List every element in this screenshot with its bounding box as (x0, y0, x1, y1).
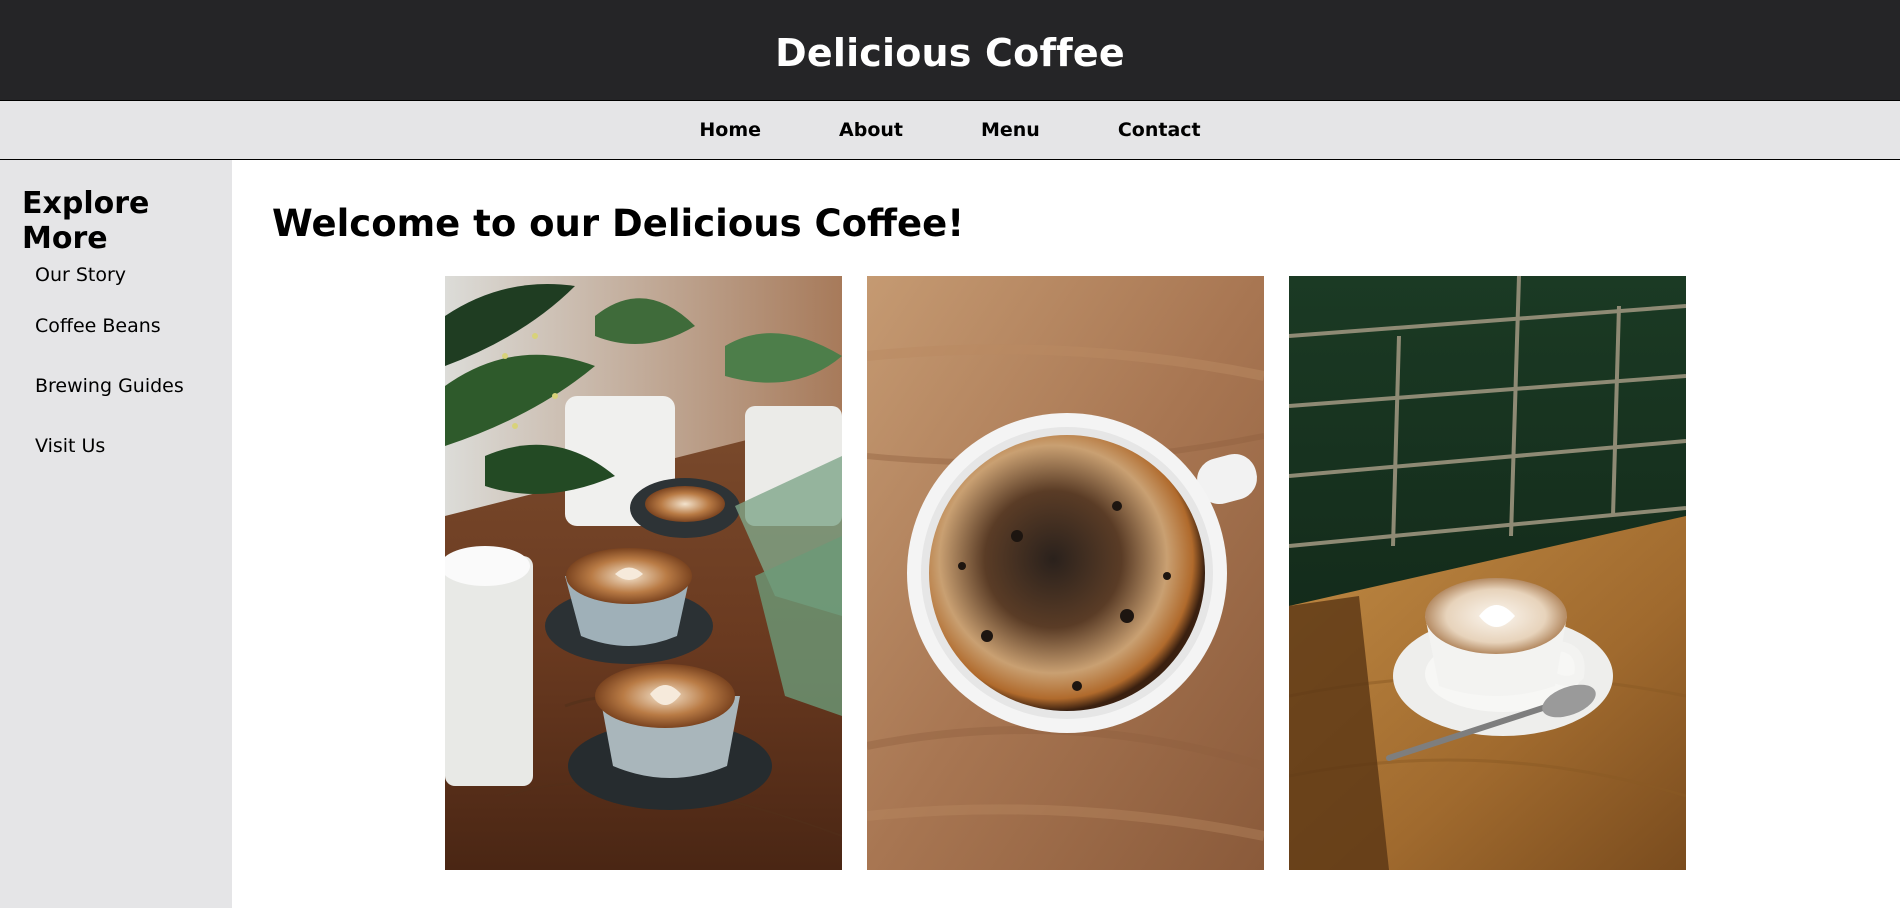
photo-gallery (445, 276, 1686, 870)
sidebar: Explore More Our Story Coffee Beans Brew… (0, 160, 232, 908)
sidebar-item-coffee-beans: Coffee Beans (35, 296, 232, 356)
welcome-heading: Welcome to our Delicious Coffee! (272, 202, 965, 245)
sidebar-link-coffee-beans[interactable]: Coffee Beans (35, 315, 161, 337)
sidebar-item-brewing-guides: Brewing Guides (35, 356, 232, 416)
main-content: Welcome to our Delicious Coffee! (232, 160, 1900, 908)
nav-item-menu: Menu (981, 119, 1040, 141)
sidebar-item-visit-us: Visit Us (35, 416, 232, 476)
sidebar-link-visit-us[interactable]: Visit Us (35, 435, 105, 457)
nav-list: Home About Menu Contact (0, 101, 1900, 159)
page: Delicious Coffee Home About Menu Contact… (0, 0, 1900, 908)
nav-item-about: About (839, 119, 903, 141)
main-nav: Home About Menu Contact (0, 100, 1900, 160)
nav-link-home[interactable]: Home (699, 119, 761, 141)
latte-art-plants-photo (445, 276, 842, 870)
sidebar-list: Our Story Coffee Beans Brewing Guides Vi… (22, 264, 232, 476)
site-title: Delicious Coffee (775, 31, 1125, 75)
sidebar-link-our-story[interactable]: Our Story (35, 264, 126, 286)
sidebar-item-our-story: Our Story (35, 264, 232, 296)
nav-item-home: Home (699, 119, 761, 141)
sidebar-title: Explore More (22, 186, 150, 256)
nav-item-contact: Contact (1118, 119, 1201, 141)
black-coffee-cup-photo (867, 276, 1264, 870)
nav-link-contact[interactable]: Contact (1118, 119, 1201, 141)
content-area: Explore More Our Story Coffee Beans Brew… (0, 160, 1900, 908)
sidebar-link-brewing-guides[interactable]: Brewing Guides (35, 375, 184, 397)
nav-link-menu[interactable]: Menu (981, 119, 1040, 141)
cappuccino-green-tiles-photo (1289, 276, 1686, 870)
site-header: Delicious Coffee (0, 0, 1900, 100)
nav-link-about[interactable]: About (839, 119, 903, 141)
